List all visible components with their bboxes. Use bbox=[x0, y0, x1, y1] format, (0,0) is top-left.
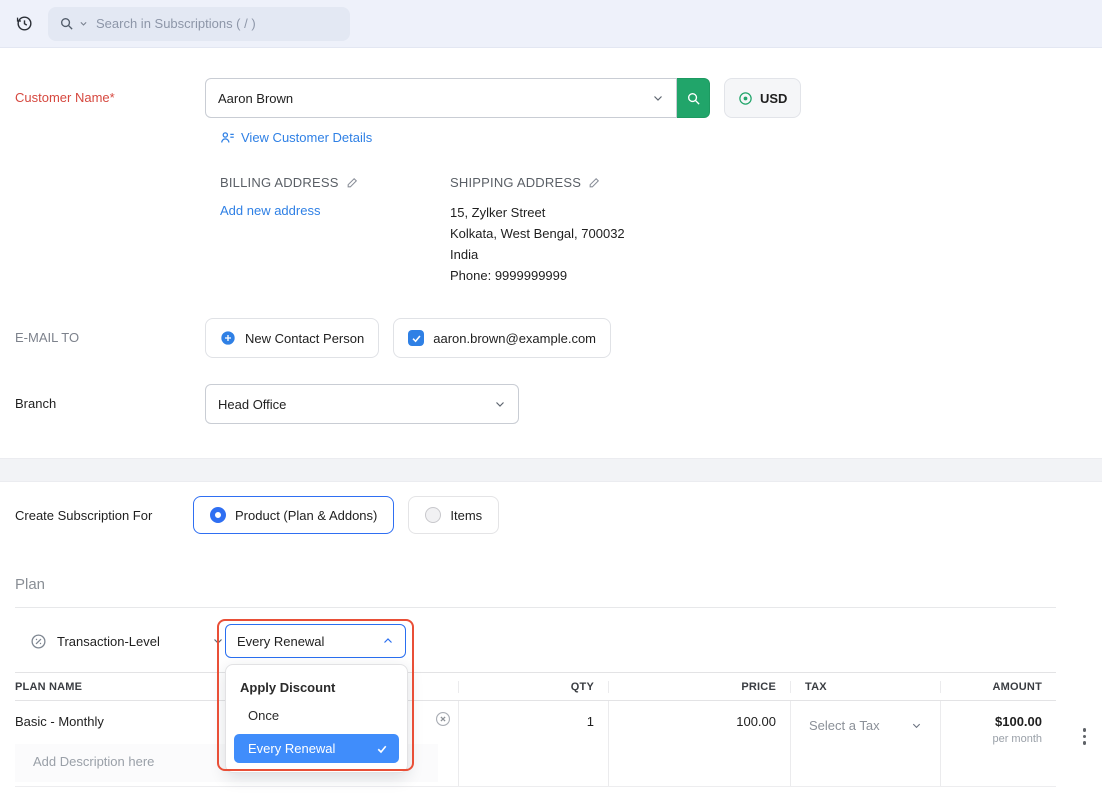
dropdown-option-label: Every Renewal bbox=[248, 741, 335, 756]
option-items[interactable]: Items bbox=[408, 496, 499, 534]
apply-discount-header: Apply Discount bbox=[226, 672, 407, 700]
tax-cell: Select a Tax bbox=[790, 701, 940, 786]
tax-select-placeholder: Select a Tax bbox=[809, 718, 880, 733]
amount-value: $100.00 bbox=[955, 714, 1042, 729]
shipping-address-title-row: SHIPPING ADDRESS bbox=[450, 175, 625, 190]
plus-circle-icon bbox=[220, 330, 236, 346]
remove-line-icon[interactable] bbox=[434, 710, 452, 728]
plan-table: PLAN NAME QTY PRICE TAX AMOUNT Basic - M… bbox=[15, 672, 1056, 787]
search-icon bbox=[59, 16, 74, 31]
search-input[interactable] bbox=[96, 16, 339, 31]
col-header-price: PRICE bbox=[608, 681, 790, 693]
email-to-row: E-MAIL TO New Contact Person aaron.brown… bbox=[15, 318, 1102, 358]
col-header-amount: AMOUNT bbox=[940, 681, 1056, 693]
create-subscription-for-section: Create Subscription For Product (Plan & … bbox=[0, 482, 1102, 554]
billing-address-block: BILLING ADDRESS Add new address bbox=[220, 175, 450, 286]
create-for-label: Create Subscription For bbox=[15, 508, 193, 523]
amount-period: per month bbox=[955, 733, 1042, 745]
col-header-qty: QTY bbox=[458, 681, 608, 693]
currency-target-icon bbox=[738, 91, 753, 106]
edit-pencil-icon[interactable] bbox=[588, 176, 601, 189]
plan-table-header: PLAN NAME QTY PRICE TAX AMOUNT bbox=[15, 672, 1056, 701]
address-line: 15, Zylker Street bbox=[450, 202, 625, 223]
discount-row: Transaction-Level Every Renewal Apply Di… bbox=[15, 608, 1102, 672]
shipping-address-block: SHIPPING ADDRESS 15, Zylker Street Kolka… bbox=[450, 175, 625, 286]
discount-level-select[interactable]: Transaction-Level bbox=[15, 624, 224, 658]
new-subscription-page: Customer Name* Aaron Brown USD bbox=[0, 0, 1102, 787]
plan-table-row: Basic - Monthly 1 100.00 Select a Tax bbox=[15, 701, 1056, 787]
customer-name-row: Customer Name* Aaron Brown USD bbox=[15, 78, 1102, 118]
currency-button[interactable]: USD bbox=[724, 78, 801, 118]
option-product-plan-addons[interactable]: Product (Plan & Addons) bbox=[193, 496, 394, 534]
branch-label: Branch bbox=[15, 384, 205, 411]
discount-percent-icon bbox=[30, 633, 47, 650]
contact-card-icon bbox=[220, 130, 235, 145]
recent-activity-button[interactable] bbox=[15, 14, 34, 33]
search-bar[interactable] bbox=[48, 7, 350, 41]
chevron-down-icon bbox=[212, 635, 224, 647]
apply-discount-dropdown: Apply Discount Once Every Renewal bbox=[225, 664, 408, 773]
shipping-address-lines: 15, Zylker Street Kolkata, West Bengal, … bbox=[450, 202, 625, 286]
branch-select-value: Head Office bbox=[218, 397, 286, 412]
customer-section: Customer Name* Aaron Brown USD bbox=[0, 48, 1102, 424]
price-cell[interactable]: 100.00 bbox=[608, 701, 790, 786]
chevron-down-icon bbox=[652, 92, 664, 104]
address-line: Phone: 9999999999 bbox=[450, 265, 625, 286]
chevron-down-icon bbox=[911, 720, 922, 731]
radio-unselected-icon bbox=[425, 507, 441, 523]
search-scope-chevron-icon[interactable] bbox=[79, 19, 88, 28]
tax-select[interactable]: Select a Tax bbox=[805, 708, 926, 742]
email-checkbox-checked[interactable] bbox=[408, 330, 424, 346]
email-buttons: New Contact Person aaron.brown@example.c… bbox=[205, 318, 611, 358]
col-header-tax: TAX bbox=[790, 681, 940, 693]
discount-frequency-select[interactable]: Every Renewal bbox=[225, 624, 406, 658]
view-customer-details-link[interactable]: View Customer Details bbox=[241, 130, 372, 145]
search-icon bbox=[686, 91, 701, 106]
addresses: BILLING ADDRESS Add new address SHIPPING… bbox=[220, 175, 1102, 286]
row-options-kebab-icon[interactable] bbox=[1079, 724, 1091, 749]
edit-pencil-icon[interactable] bbox=[346, 176, 359, 189]
recipient-email-label: aaron.brown@example.com bbox=[433, 331, 596, 346]
branch-select[interactable]: Head Office bbox=[205, 384, 519, 424]
currency-code: USD bbox=[760, 91, 787, 106]
shipping-address-title: SHIPPING ADDRESS bbox=[450, 175, 581, 190]
check-icon bbox=[411, 333, 422, 344]
billing-address-title: BILLING ADDRESS bbox=[220, 175, 339, 190]
option-items-label: Items bbox=[450, 508, 482, 523]
topbar bbox=[0, 0, 1102, 48]
customer-select[interactable]: Aaron Brown bbox=[205, 78, 677, 118]
radio-selected-icon bbox=[210, 507, 226, 523]
check-icon bbox=[376, 743, 388, 755]
chevron-up-icon bbox=[382, 635, 394, 647]
plan-title: Plan bbox=[15, 576, 1102, 593]
history-clock-icon bbox=[15, 14, 34, 33]
dropdown-option-every-renewal[interactable]: Every Renewal bbox=[234, 734, 399, 763]
customer-select-group: Aaron Brown USD bbox=[205, 78, 801, 118]
view-customer-details[interactable]: View Customer Details bbox=[220, 130, 1102, 145]
plan-section: Plan Transaction-Level Every Renewal bbox=[0, 576, 1102, 787]
chevron-down-icon bbox=[494, 398, 506, 410]
qty-cell[interactable]: 1 bbox=[458, 701, 608, 786]
customer-name-label: Customer Name* bbox=[15, 78, 205, 105]
recipient-email-toggle[interactable]: aaron.brown@example.com bbox=[393, 318, 611, 358]
option-product-label: Product (Plan & Addons) bbox=[235, 508, 377, 523]
customer-select-value: Aaron Brown bbox=[218, 91, 293, 106]
section-divider bbox=[0, 458, 1102, 482]
amount-cell: $100.00 per month bbox=[940, 701, 1056, 786]
dropdown-option-once[interactable]: Once bbox=[226, 700, 407, 731]
email-to-label: E-MAIL TO bbox=[15, 318, 205, 345]
address-line: Kolkata, West Bengal, 700032 bbox=[450, 223, 625, 244]
billing-address-title-row: BILLING ADDRESS bbox=[220, 175, 450, 190]
branch-row: Branch Head Office bbox=[15, 384, 1102, 424]
new-contact-person-label: New Contact Person bbox=[245, 331, 364, 346]
discount-level-value: Transaction-Level bbox=[57, 634, 160, 649]
address-line: India bbox=[450, 244, 625, 265]
new-contact-person-button[interactable]: New Contact Person bbox=[205, 318, 379, 358]
discount-frequency-value: Every Renewal bbox=[237, 634, 324, 649]
add-new-address-link[interactable]: Add new address bbox=[220, 203, 320, 218]
customer-search-button[interactable] bbox=[677, 78, 710, 118]
